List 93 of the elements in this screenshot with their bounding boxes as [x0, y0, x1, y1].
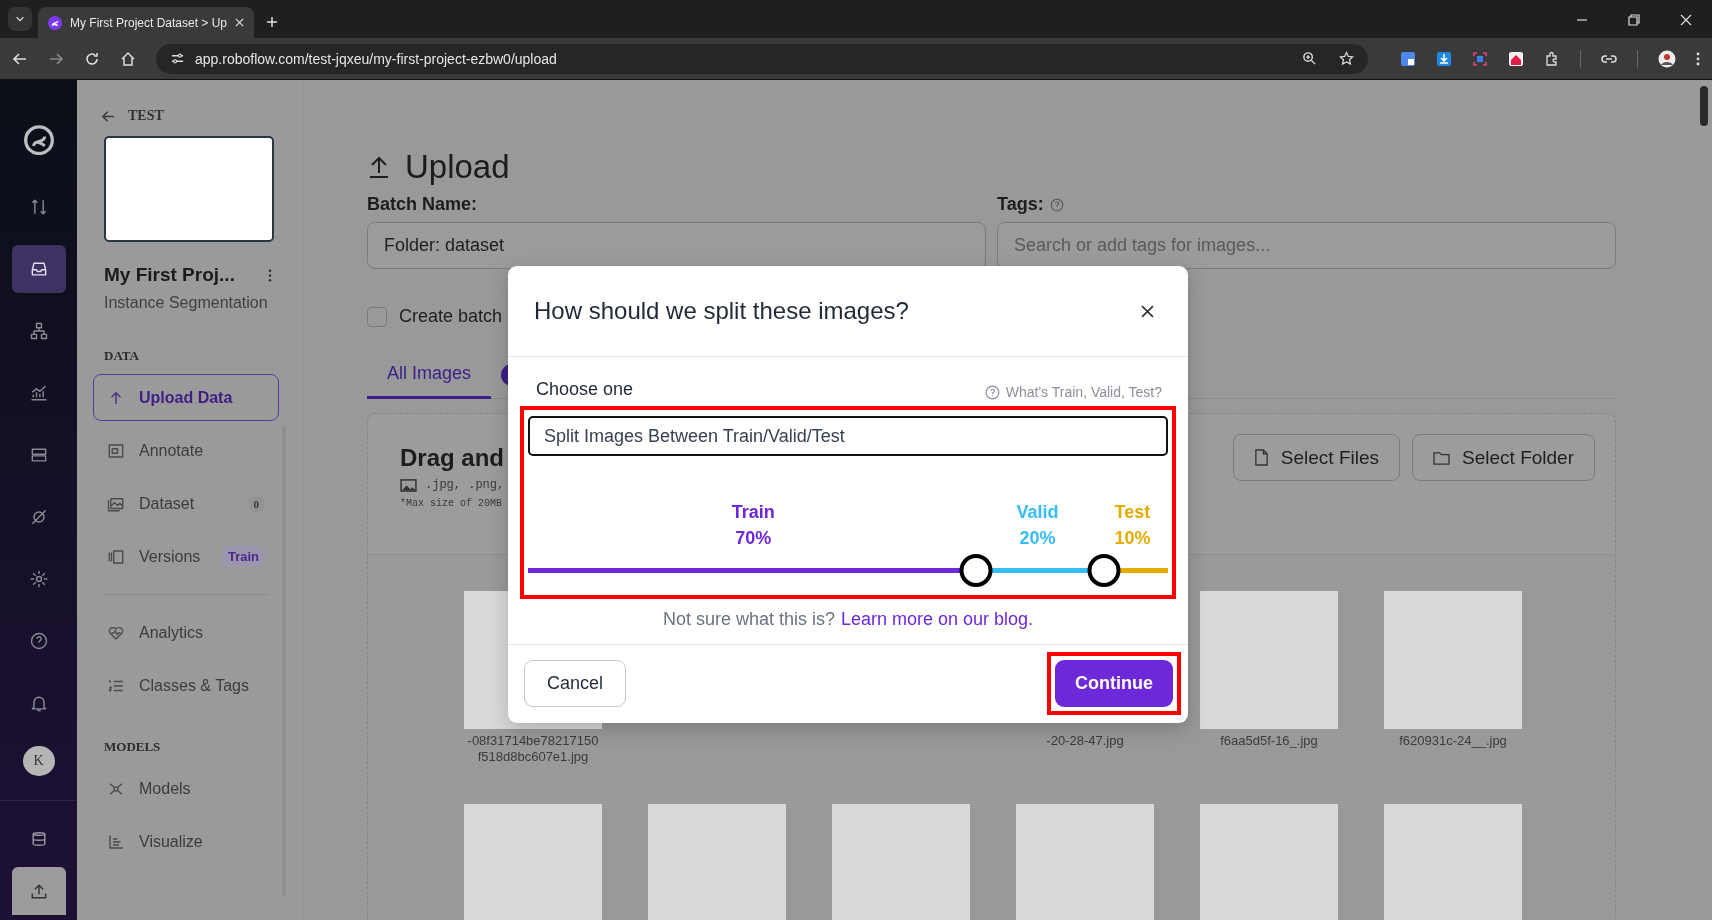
close-icon[interactable]: [1141, 304, 1154, 318]
screenshot-icon[interactable]: [1472, 50, 1488, 67]
cancel-button[interactable]: Cancel: [524, 660, 627, 707]
continue-button[interactable]: Continue: [1055, 660, 1173, 707]
split-select[interactable]: Split Images Between Train/Valid/Test: [528, 416, 1168, 456]
size-limit: *Max size of 20MB: [400, 498, 504, 509]
file-name: f518d8bc607e1.jpg: [477, 749, 589, 764]
split-name: Test: [1114, 502, 1151, 523]
home-icon[interactable]: [120, 50, 136, 67]
tags-field[interactable]: Search or add tags for images...: [997, 222, 1616, 269]
help-icon[interactable]: [1049, 197, 1064, 212]
select-files-button[interactable]: Select Files: [1232, 434, 1401, 481]
slider-handle[interactable]: [1087, 554, 1121, 587]
checkbox-label: Create batch: [399, 306, 503, 327]
image-thumbnail[interactable]: [1200, 804, 1338, 920]
translate-icon[interactable]: [1400, 50, 1416, 67]
train-tag: Train: [221, 546, 265, 567]
back-icon[interactable]: [12, 50, 28, 67]
file-icon: [1253, 449, 1269, 466]
upload-icon: [367, 154, 391, 180]
versions-icon: [107, 547, 125, 566]
file-name: f620931c-24__.jpg: [1399, 733, 1507, 748]
upload-icon[interactable]: [11, 867, 66, 915]
project-type: Instance Segmentation: [104, 294, 269, 312]
blog-link[interactable]: Learn more on our blog.: [840, 609, 1034, 630]
image-thumbnail[interactable]: [1016, 804, 1154, 920]
file-name: -08f31714be78217150: [467, 733, 599, 748]
site-settings-icon[interactable]: [170, 51, 185, 66]
dialog-title: How should we split these images?: [534, 297, 909, 325]
inbox-icon[interactable]: [11, 245, 66, 293]
image-thumbnail[interactable]: [464, 804, 602, 920]
image-thumbnail[interactable]: [648, 804, 786, 920]
file-formats: .jpg, .png,: [425, 478, 505, 492]
nav-item[interactable]: Visualize: [93, 818, 279, 865]
nav-item[interactable]: Classes & Tags: [93, 662, 279, 709]
zoom-icon[interactable]: [1302, 51, 1317, 66]
download-icon[interactable]: [1436, 50, 1452, 67]
nav-item[interactable]: Annotate: [93, 427, 279, 474]
file-name: f6aa5d5f-16_.jpg: [1220, 733, 1318, 748]
reload-icon[interactable]: [84, 50, 100, 67]
help-link[interactable]: What's Train, Valid, Test?: [1005, 384, 1162, 400]
logo-icon: [48, 15, 62, 30]
batch-name-field[interactable]: Folder: dataset: [367, 222, 986, 269]
restore-icon[interactable]: [1628, 14, 1640, 26]
house-icon[interactable]: [1508, 50, 1524, 67]
image-frame-icon: [107, 441, 125, 460]
logo-icon[interactable]: [22, 125, 55, 156]
split-percent: 70%: [735, 528, 772, 549]
split-name: Train: [731, 502, 775, 523]
user-avatar[interactable]: K: [22, 745, 55, 776]
split-percent: 20%: [1019, 528, 1056, 549]
workspace-link[interactable]: TEST: [128, 108, 164, 124]
image-thumbnail[interactable]: [832, 804, 970, 920]
nav-item[interactable]: Versions Train: [93, 533, 279, 580]
split-percent: 10%: [1114, 528, 1151, 549]
field-label: Tags:: [997, 194, 1044, 215]
image-thumbnail[interactable]: [1200, 591, 1338, 729]
image-thumbnail[interactable]: [1384, 591, 1522, 729]
forward-icon[interactable]: [48, 50, 64, 67]
help-icon: [984, 384, 1000, 400]
browser-tab[interactable]: My First Project Dataset > Up: [38, 7, 255, 38]
select-folder-button[interactable]: Select Folder: [1412, 434, 1595, 481]
nav-item[interactable]: Analytics: [93, 609, 279, 656]
count-badge: 0: [247, 495, 265, 512]
tab-list-button[interactable]: [8, 7, 32, 31]
page-title: Upload: [405, 148, 510, 186]
image-thumbnail[interactable]: [1384, 804, 1522, 920]
new-tab-icon[interactable]: [266, 16, 279, 28]
tab[interactable]: All Images: [367, 355, 492, 399]
menu-icon[interactable]: [1696, 50, 1700, 67]
section-heading: DATA: [104, 348, 140, 364]
drop-heading: Drag and: [400, 444, 505, 472]
address-bar[interactable]: app.roboflow.com/test-jqxeu/my-first-project-ezbw0/upload: [156, 43, 1368, 74]
section-heading: MODELS: [104, 739, 162, 755]
file-name: -20-28-47.jpg: [1046, 733, 1124, 748]
puzzle-icon[interactable]: [1544, 50, 1560, 67]
nav-item[interactable]: Upload Data: [93, 374, 279, 421]
field-label: Batch Name:: [367, 194, 479, 215]
help-text: Not sure what this is?: [662, 609, 835, 630]
caret-icon: [15, 14, 25, 24]
star-icon[interactable]: [1339, 51, 1354, 66]
chart-icon: [107, 832, 125, 851]
image-icon: [400, 478, 417, 492]
split-name: Valid: [1016, 502, 1059, 523]
profile-avatar-icon[interactable]: [1658, 49, 1676, 68]
nav-item[interactable]: Dataset 0: [93, 480, 279, 527]
more-icon[interactable]: [268, 267, 272, 283]
project-name: My First Proj...: [104, 264, 235, 286]
folder-icon: [1433, 450, 1451, 465]
slider-handle[interactable]: [959, 554, 993, 587]
checkbox[interactable]: [367, 306, 387, 327]
nav-item[interactable]: Models: [93, 765, 279, 812]
choose-label: Choose one: [536, 379, 634, 400]
